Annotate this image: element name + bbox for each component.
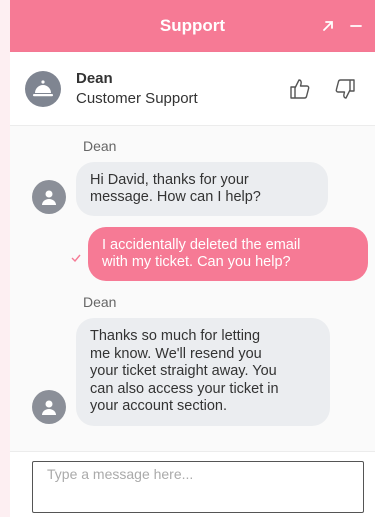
agent-bar: Dean Customer Support <box>10 52 375 126</box>
thumbs-up-icon[interactable] <box>288 77 312 101</box>
message-input[interactable] <box>32 461 364 513</box>
agent-message-avatar <box>32 180 66 214</box>
agent-message-avatar <box>32 390 66 424</box>
message-line: with my ticket. Can you help? <box>102 254 291 270</box>
expand-icon[interactable] <box>318 15 338 37</box>
agent-avatar <box>25 71 61 107</box>
message-line: can also access your ticket in <box>90 380 279 397</box>
header-title: Support <box>159 16 226 35</box>
support-chat-widget: Support Dean Customer Support Dean Hi Da… <box>10 0 375 517</box>
message-line: your ticket straight away. You <box>90 363 277 379</box>
service-bell-icon <box>33 80 53 97</box>
message-sender: Dean <box>83 294 117 310</box>
agent-name: Dean <box>76 70 113 87</box>
agent-role: Customer Support <box>76 90 198 107</box>
thumbs-down-icon[interactable] <box>333 77 357 101</box>
message-list[interactable]: Dean Hi David, thanks for your message. … <box>10 126 375 451</box>
message-composer <box>10 451 375 517</box>
user-silhouette-icon <box>42 400 56 415</box>
message-line: Hi David, thanks for your <box>90 172 249 188</box>
message-line: I accidentally deleted the email <box>102 237 301 253</box>
message-line: Thanks so much for letting <box>90 328 261 344</box>
user-silhouette-icon <box>42 190 56 205</box>
agent-message-bubble: Thanks so much for letting me know. We'l… <box>76 318 330 426</box>
message-sender: Dean <box>83 138 117 154</box>
agent-message-bubble: Hi David, thanks for your message. How c… <box>76 162 328 216</box>
user-message-bubble: I accidentally deleted the email with my… <box>88 227 368 281</box>
message-line: me know. We'll resend you <box>90 345 262 362</box>
message-line: message. How can I help? <box>90 189 261 205</box>
minimize-icon[interactable] <box>346 15 366 37</box>
message-line: your account section. <box>90 398 228 414</box>
chat-header: Support <box>10 0 375 52</box>
